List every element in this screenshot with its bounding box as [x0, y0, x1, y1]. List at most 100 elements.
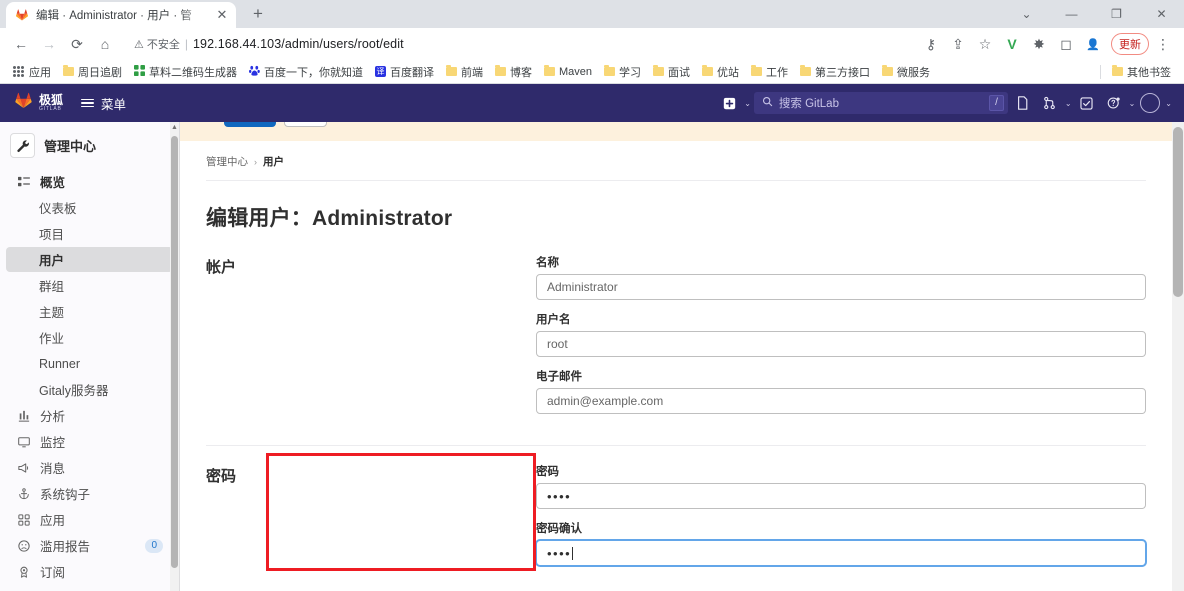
bookmark-item[interactable]: 优站 [696, 62, 745, 82]
key-icon[interactable]: ⚷ [918, 31, 944, 57]
content-scrollbar[interactable] [1172, 122, 1184, 591]
vue-extension-icon[interactable]: V [999, 31, 1025, 57]
chart-icon [16, 410, 31, 422]
bookmark-item[interactable]: Maven [538, 64, 598, 80]
sidebar-item-groups[interactable]: 群组 [6, 273, 173, 298]
gitlab-logo-cn: 极狐 [39, 93, 64, 107]
avatar-caret-icon[interactable]: ⌄ [1165, 99, 1172, 108]
bookmark-item[interactable]: 学习 [598, 62, 647, 82]
sidebar-item-messages[interactable]: 消息 [6, 455, 173, 480]
bookmarks-bar: 应用 周日追剧 草料二维码生成器 百度一下，你就知道 译 百度翻译 前端 博客 … [0, 60, 1184, 84]
field-username: 用户名 root [536, 311, 1146, 357]
bookmark-label: 应用 [29, 66, 51, 79]
create-new-caret-icon[interactable]: ⌄ [744, 99, 751, 108]
create-new-icon[interactable] [717, 91, 741, 115]
reload-icon[interactable]: ⟳ [64, 31, 90, 57]
overview-icon [16, 176, 31, 188]
username-input[interactable]: root [536, 331, 1146, 357]
search-placeholder: 搜索 GitLab [778, 98, 839, 110]
bookmark-item[interactable]: 百度一下，你就知道 [243, 62, 369, 82]
bookmark-label: 学习 [619, 66, 642, 79]
help-caret-icon[interactable]: ⌄ [1129, 99, 1136, 108]
help-icon[interactable] [1102, 91, 1126, 115]
browser-menu-icon[interactable]: ⋮ [1150, 31, 1176, 57]
new-tab-button[interactable]: + [244, 1, 272, 27]
issues-icon[interactable] [1011, 91, 1035, 115]
bookmark-star-icon[interactable]: ☆ [972, 31, 998, 57]
sidebar-item-abuse-reports[interactable]: 滥用报告 0 [6, 533, 173, 558]
field-label: 密码 [536, 466, 559, 478]
todos-icon[interactable] [1075, 91, 1099, 115]
address-bar-url: 192.168.44.103/admin/users/root/edit [193, 37, 404, 51]
alert-secondary-button[interactable] [284, 122, 327, 127]
tab-close-icon[interactable]: ✕ [214, 7, 230, 23]
sidebar-item-subscription[interactable]: 订阅 [6, 559, 173, 584]
sidebar-header[interactable]: 管理中心 [0, 129, 179, 168]
bookmark-item[interactable]: 草料二维码生成器 [128, 62, 243, 82]
bookmark-item[interactable]: 面试 [647, 62, 696, 82]
sidebar-item-system-hooks[interactable]: 系统钩子 [6, 481, 173, 506]
bookmark-other-folder[interactable]: 其他书签 [1106, 62, 1177, 82]
search-input[interactable]: 搜索 GitLab / [753, 92, 1008, 114]
sidebar-scrollbar[interactable]: ▲ [170, 122, 179, 591]
sidebar-item-analytics[interactable]: 分析 [6, 403, 173, 428]
browser-tab[interactable]: 编辑 · Administrator · 用户 · 管 ✕ [6, 2, 236, 28]
sidebar-item-gitaly-servers[interactable]: Gitaly服务器 [6, 377, 173, 402]
bookmark-item[interactable]: 工作 [745, 62, 794, 82]
share-icon[interactable]: ⇪ [945, 31, 971, 57]
main-menu-label: 菜单 [101, 97, 127, 112]
update-button[interactable]: 更新 [1111, 33, 1149, 55]
password-confirm-input[interactable]: •••• [536, 540, 1146, 566]
window-minimize-icon[interactable]: — [1049, 0, 1094, 28]
address-bar[interactable]: ⚠ 不安全 | 192.168.44.103/admin/users/root/… [126, 32, 910, 56]
abuse-reports-badge: 0 [145, 538, 163, 553]
sidebar-item-topics[interactable]: 主题 [6, 299, 173, 324]
sidebar-item-dashboard[interactable]: 仪表板 [6, 195, 173, 220]
sidebar-item-label: 滥用报告 [40, 540, 91, 554]
sidebar-scrollbar-thumb[interactable] [171, 136, 178, 568]
home-icon[interactable]: ⌂ [92, 31, 118, 57]
bookmark-item[interactable]: 译 百度翻译 [369, 62, 440, 82]
bookmark-item[interactable]: 周日追剧 [57, 62, 128, 82]
window-maximize-icon[interactable]: ❐ [1094, 0, 1139, 28]
sidebar-item-jobs[interactable]: 作业 [6, 325, 173, 350]
folder-icon [800, 65, 812, 76]
folder-icon [1112, 65, 1123, 76]
main-menu-button[interactable]: 菜单 [81, 94, 126, 113]
bookmark-apps[interactable]: 应用 [7, 62, 57, 82]
avatar[interactable] [1138, 91, 1162, 115]
name-input[interactable]: Administrator [536, 274, 1146, 300]
breadcrumb-current[interactable]: 用户 [263, 154, 284, 169]
merge-requests-caret-icon[interactable]: ⌄ [1065, 99, 1072, 108]
content-scrollbar-thumb[interactable] [1173, 127, 1183, 297]
window-tablist-icon[interactable]: ⌄ [1004, 0, 1049, 28]
folder-icon [446, 65, 457, 76]
sidebar-item-projects[interactable]: 项目 [6, 221, 173, 246]
alert-primary-button[interactable] [224, 122, 276, 127]
sidebar-item-runner[interactable]: Runner [6, 351, 173, 376]
sidebar-item-geo[interactable]: Geo [6, 585, 173, 591]
side-panel-icon[interactable]: ◻ [1053, 31, 1079, 57]
password-input[interactable]: •••• [536, 483, 1146, 509]
forward-icon[interactable]: → [36, 31, 62, 57]
admin-sidebar: 管理中心 概览 仪表板 项目 用户 群组 主题 作业 Runner Gitaly… [0, 122, 180, 591]
sidebar-item-users[interactable]: 用户 [6, 247, 173, 272]
bookmark-item[interactable]: 第三方接口 [794, 62, 876, 82]
email-input[interactable]: admin@example.com [536, 388, 1146, 414]
scroll-up-arrow-icon[interactable]: ▲ [170, 122, 179, 133]
window-close-icon[interactable]: ✕ [1139, 0, 1184, 28]
not-secure-indicator[interactable]: ⚠ 不安全 [134, 36, 180, 52]
bookmark-item[interactable]: 博客 [489, 62, 538, 82]
merge-requests-icon[interactable] [1038, 91, 1062, 115]
bookmark-item[interactable]: 前端 [440, 62, 489, 82]
puzzle-icon[interactable]: ✸ [1026, 31, 1052, 57]
profile-avatar-icon[interactable]: 👤 [1080, 31, 1106, 57]
breadcrumb-root[interactable]: 管理中心 [206, 154, 248, 169]
sidebar-item-applications[interactable]: 应用 [6, 507, 173, 532]
bookmark-item[interactable]: 微服务 [876, 62, 936, 82]
translate-icon: 译 [375, 66, 386, 77]
gitlab-logo[interactable]: 极狐 GITLAB [14, 91, 63, 115]
sidebar-item-overview[interactable]: 概览 [6, 169, 173, 194]
sidebar-item-monitoring[interactable]: 监控 [6, 429, 173, 454]
back-icon[interactable]: ← [8, 31, 34, 57]
